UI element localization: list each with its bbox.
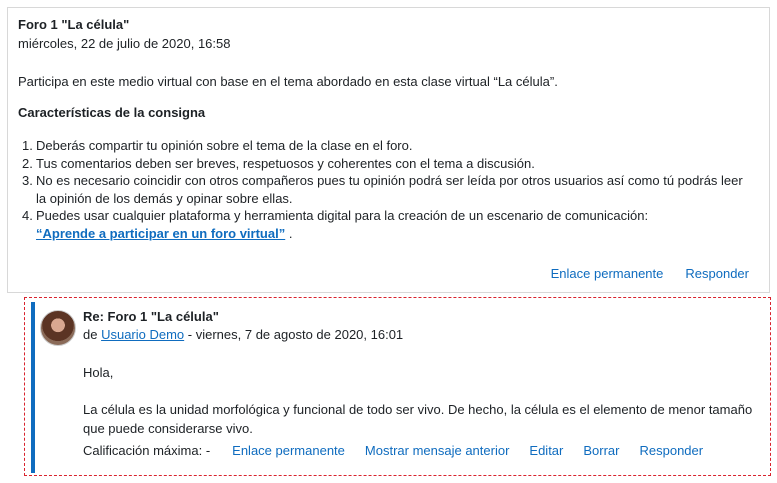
post-title: Foro 1 "La célula" — [18, 17, 130, 32]
reply-post: Re: Foro 1 "La célula" de Usuario Demo -… — [24, 297, 771, 476]
reply-indicator-bar — [31, 302, 35, 473]
permalink-link[interactable]: Enlace permanente — [551, 266, 664, 281]
forum-guide-link[interactable]: “Aprende a participar en un foro virtual… — [36, 226, 285, 241]
permalink-link[interactable]: Enlace permanente — [232, 443, 345, 458]
reply-actions: Calificación máxima: - Enlace permanente… — [83, 443, 703, 458]
reply-greeting: Hola, — [83, 365, 114, 380]
reply-body: La célula es la unidad morfológica y fun… — [83, 402, 753, 436]
avatar[interactable] — [40, 310, 76, 346]
list-item: 2. Tus comentarios deben ser breves, resp… — [22, 155, 535, 171]
list-item: 4. Puedes usar cualquier plataforma y her… — [22, 208, 649, 241]
edit-link[interactable]: Editar — [529, 443, 563, 458]
post-heading: Características de la consigna — [18, 105, 206, 120]
post-date: miércoles, 22 de julio de 2020, 16:58 — [18, 36, 231, 51]
reply-link[interactable]: Responder — [640, 443, 704, 458]
reply-link[interactable]: Responder — [685, 266, 749, 281]
post-intro: Participa en este medio virtual con base… — [18, 74, 558, 89]
instructions-list: 1. Deberás compartir tu opinión sobre el … — [22, 137, 747, 242]
grade-label: Calificación máxima: - — [83, 443, 211, 458]
reply-title: Re: Foro 1 "La célula" — [83, 309, 219, 324]
list-item: 1. Deberás compartir tu opinión sobre el … — [22, 138, 413, 153]
author-link[interactable]: Usuario Demo — [101, 327, 184, 342]
forum-post: Foro 1 "La célula" miércoles, 22 de juli… — [7, 7, 770, 293]
list-item: 3. No es necesario coincidir con otros co… — [22, 173, 743, 206]
show-parent-link[interactable]: Mostrar mensaje anterior — [365, 443, 510, 458]
reply-meta: de Usuario Demo - viernes, 7 de agosto d… — [83, 327, 404, 342]
post-actions: Enlace permanente Responder — [551, 266, 749, 281]
delete-link[interactable]: Borrar — [583, 443, 619, 458]
